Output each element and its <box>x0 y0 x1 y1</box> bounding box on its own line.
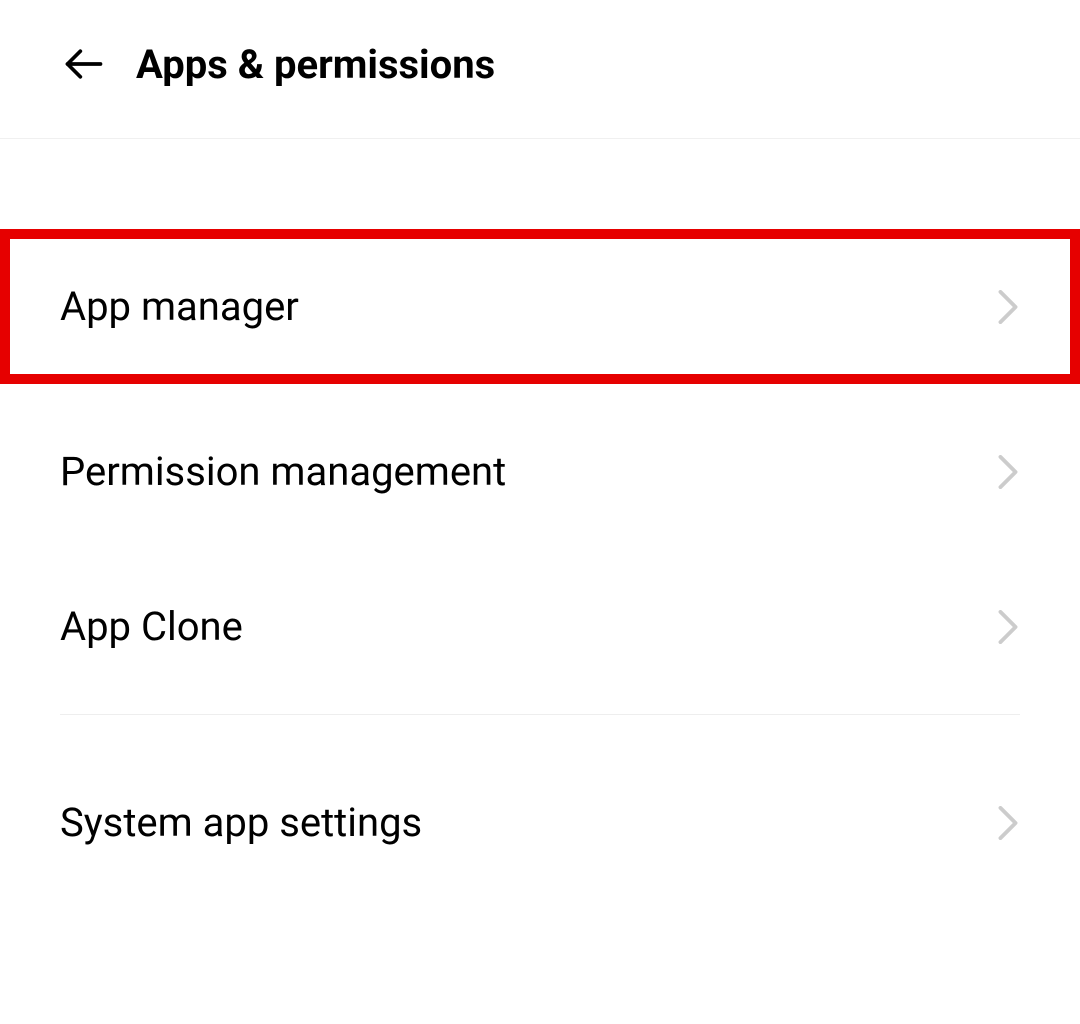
chevron-right-icon <box>996 615 1020 639</box>
list-item-label: App Clone <box>60 603 243 650</box>
list-item-app-clone[interactable]: App Clone <box>0 559 1080 694</box>
list-item-label: System app settings <box>60 799 422 846</box>
list-item-permission-management[interactable]: Permission management <box>0 404 1080 539</box>
chevron-right-icon <box>996 811 1020 835</box>
spacer <box>0 384 1080 404</box>
list-item-label: Permission management <box>60 448 506 495</box>
spacer <box>0 539 1080 559</box>
page-title: Apps & permissions <box>136 41 495 88</box>
list-item-label: App manager <box>60 283 299 330</box>
header: Apps & permissions <box>0 0 1080 139</box>
divider <box>60 714 1020 715</box>
chevron-right-icon <box>996 460 1020 484</box>
chevron-right-icon <box>996 295 1020 319</box>
list-item-app-manager[interactable]: App manager <box>0 229 1080 384</box>
spacer <box>0 735 1080 755</box>
settings-list: App manager Permission management App Cl… <box>0 139 1080 890</box>
back-button[interactable] <box>60 40 108 88</box>
list-item-system-app-settings[interactable]: System app settings <box>0 755 1080 890</box>
back-arrow-icon <box>62 42 106 86</box>
